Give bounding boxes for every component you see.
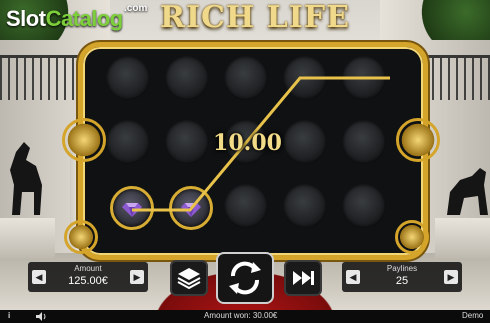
reel-cell bbox=[283, 56, 327, 100]
plinth-right bbox=[435, 218, 490, 258]
info-icon[interactable]: i bbox=[8, 311, 10, 320]
logo-slot-text: Slot bbox=[6, 6, 46, 31]
spin-button[interactable] bbox=[216, 252, 274, 304]
paylines-panel: ◀ Paylines 25 ▶ bbox=[342, 262, 462, 292]
plinth-left bbox=[0, 218, 55, 258]
reel-cell bbox=[106, 120, 150, 164]
balcony-railing-left bbox=[0, 55, 90, 100]
game-title: RICH LIFE bbox=[160, 0, 350, 35]
panther-statue-right bbox=[447, 168, 488, 215]
amount-increase-button[interactable]: ▶ bbox=[130, 270, 144, 284]
reel-cell bbox=[165, 56, 209, 100]
slotcatalog-logo: SlotCatalog .com bbox=[6, 3, 147, 32]
reel-cell-gem bbox=[169, 186, 213, 230]
gem-icon bbox=[181, 203, 201, 217]
reel-cell bbox=[224, 56, 268, 100]
fast-forward-icon bbox=[293, 271, 314, 285]
reel-cell bbox=[106, 56, 150, 100]
reel-cell bbox=[224, 184, 268, 228]
amount-panel: ◀ Amount 125.00€ ▶ bbox=[28, 262, 148, 292]
paylines-increase-button[interactable]: ▶ bbox=[444, 270, 458, 284]
horse-statue-left bbox=[10, 142, 42, 215]
logo-catalog-text: Catalog bbox=[45, 6, 124, 31]
amount-won-text: Amount won: 30.00€ bbox=[204, 311, 278, 320]
stack-icon bbox=[177, 268, 201, 290]
foliage-right bbox=[410, 0, 490, 40]
stack-button[interactable] bbox=[170, 260, 208, 296]
reel-cell bbox=[283, 184, 327, 228]
mode-text: Demo bbox=[462, 311, 484, 320]
frame-ornament-bottom-right bbox=[395, 220, 429, 254]
gem-icon bbox=[122, 203, 142, 217]
reel-cell-gem bbox=[110, 186, 154, 230]
frame-ornament-bottom-left bbox=[64, 220, 98, 254]
spin-icon bbox=[229, 261, 261, 295]
win-amount: 10.00 bbox=[213, 130, 282, 156]
frame-ornament-right bbox=[396, 118, 440, 162]
reel-cell bbox=[342, 184, 386, 228]
reel-cell bbox=[342, 120, 386, 164]
status-bar: i Amount won: 30.00€ Demo bbox=[0, 310, 490, 323]
frame-ornament-left bbox=[62, 118, 106, 162]
fast-forward-button[interactable] bbox=[284, 260, 322, 296]
sound-icon[interactable] bbox=[36, 312, 48, 321]
reel-cell bbox=[342, 56, 386, 100]
